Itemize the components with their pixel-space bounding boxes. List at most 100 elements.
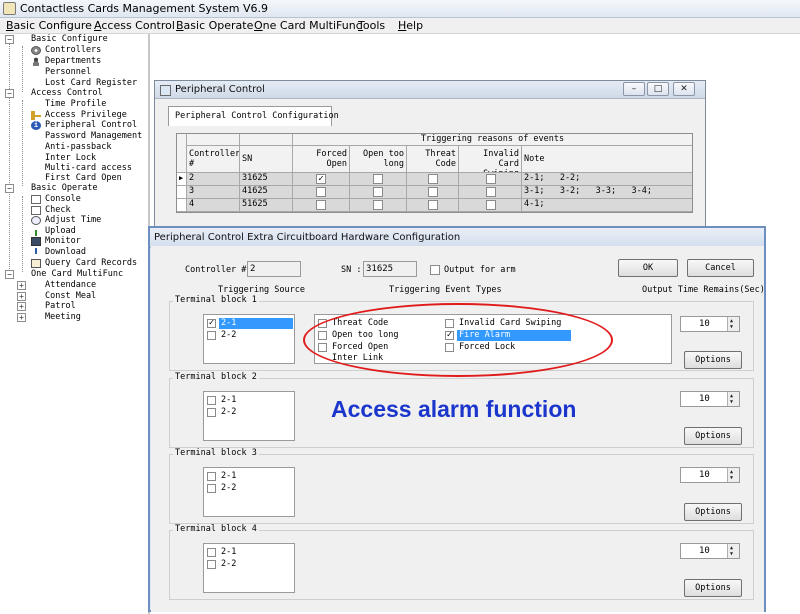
table-cell-controller[interactable]: 3 [187, 186, 240, 199]
expand-meeting[interactable]: + [17, 313, 26, 322]
tree-console[interactable]: Console [45, 194, 81, 205]
threat-code-checkbox[interactable] [428, 174, 438, 184]
tree-anti-passback[interactable]: Anti-passback [45, 142, 112, 153]
spinner-arrows-icon[interactable]: ▲ ▼ [727, 544, 739, 558]
forced-open-checkbox[interactable]: ✓ [316, 174, 326, 184]
open-too-long-checkbox[interactable] [373, 200, 383, 210]
spinner-arrows-icon[interactable]: ▲ ▼ [727, 468, 739, 482]
header-sn[interactable]: SN [240, 146, 293, 173]
tree-controllers[interactable]: Controllers [45, 45, 101, 56]
output-time-spinner-4[interactable]: 10 ▲ ▼ [680, 543, 740, 559]
spinner-arrows-icon[interactable]: ▲ ▼ [727, 317, 739, 331]
menu-basic-operate[interactable]: Basic Operate [176, 19, 253, 32]
tree-monitor[interactable]: Monitor [45, 236, 81, 247]
threat-code-checkbox[interactable] [428, 200, 438, 210]
source-list-3[interactable]: 2-1 2-2 [203, 467, 295, 517]
expand-patrol[interactable]: + [17, 302, 26, 311]
menu-access-control[interactable]: Access Control [94, 19, 175, 32]
table-cell-note[interactable]: 4-1; [522, 199, 692, 212]
expand-const-meal[interactable]: + [17, 292, 26, 301]
tree-download[interactable]: Download [45, 247, 86, 258]
controller-field[interactable]: 2 [247, 261, 301, 277]
output-for-arm-checkbox[interactable] [430, 265, 440, 275]
terminal-block-3-title: Terminal block 3 [173, 448, 259, 458]
source-checkbox[interactable]: ✓ [207, 319, 216, 328]
open-too-long-checkbox[interactable] [373, 174, 383, 184]
table-cell-note[interactable]: 3-1; 3-2; 3-3; 3-4; [522, 186, 692, 199]
menu-one-card-multifunc[interactable]: One Card MultiFunc [254, 19, 362, 32]
menu-basic-configure[interactable]: Basic Configure [6, 19, 92, 32]
tree-adjust-time[interactable]: Adjust Time [45, 215, 101, 226]
header-note[interactable]: Note [522, 146, 692, 173]
list-item[interactable]: 2-2 [207, 330, 293, 341]
invalid-card-checkbox[interactable] [486, 200, 496, 210]
options-button-2[interactable]: Options [684, 427, 742, 445]
tree-one-card-multifunc[interactable]: One Card MultiFunc [31, 269, 123, 280]
expand-attendance[interactable]: + [17, 281, 26, 290]
source-checkbox[interactable] [207, 472, 216, 481]
options-button-3[interactable]: Options [684, 503, 742, 521]
menu-tools[interactable]: Tools [358, 19, 385, 32]
tab-peripheral-control-configuration[interactable]: Peripheral Control Configuration [168, 106, 339, 126]
header-controller[interactable]: Controller # [187, 146, 240, 173]
forced-open-checkbox[interactable] [316, 200, 326, 210]
source-checkbox[interactable] [207, 408, 216, 417]
header-forced-open[interactable]: Forced Open [293, 146, 350, 173]
tree-password-management[interactable]: Password Management [45, 131, 142, 142]
output-time-spinner-2[interactable]: 10 ▲ ▼ [680, 391, 740, 407]
header-open-too-long[interactable]: Open too long [350, 146, 407, 173]
forced-open-checkbox[interactable] [316, 187, 326, 197]
source-checkbox[interactable] [207, 331, 216, 340]
invalid-card-checkbox[interactable] [486, 187, 496, 197]
collapse-basic-configure[interactable]: − [5, 35, 14, 44]
tree-personnel[interactable]: Personnel [45, 67, 91, 78]
source-list-2[interactable]: 2-1 2-2 [203, 391, 295, 441]
tree-departments[interactable]: Departments [45, 56, 101, 67]
tree-query-card-records[interactable]: Query Card Records [45, 258, 137, 269]
output-time-spinner-1[interactable]: 10 ▲ ▼ [680, 316, 740, 332]
table-cell-sn[interactable]: 31625 [240, 173, 293, 186]
tree-patrol[interactable]: Patrol [45, 301, 76, 312]
header-invalid-card-swiping[interactable]: Invalid Card Swiping [459, 146, 522, 173]
tree-access-control[interactable]: Access Control [31, 88, 103, 99]
tree-attendance[interactable]: Attendance [45, 280, 96, 291]
group-header: Triggering reasons of events [293, 134, 692, 146]
collapse-one-card-multifunc[interactable]: − [5, 270, 14, 279]
menu-help[interactable]: Help [398, 19, 423, 32]
minimize-button[interactable]: – [623, 82, 645, 96]
tree-time-profile[interactable]: Time Profile [45, 99, 106, 110]
sn-field[interactable]: 31625 [363, 261, 417, 277]
output-time-spinner-3[interactable]: 10 ▲ ▼ [680, 467, 740, 483]
tree-meeting[interactable]: Meeting [45, 312, 81, 323]
tree-peripheral-control[interactable]: Peripheral Control [45, 120, 137, 131]
invalid-card-checkbox[interactable] [486, 174, 496, 184]
collapse-basic-operate[interactable]: − [5, 184, 14, 193]
table-cell-controller[interactable]: 2 [187, 173, 240, 186]
tree-basic-operate[interactable]: Basic Operate [31, 183, 98, 194]
close-button[interactable]: ✕ [673, 82, 695, 96]
threat-code-checkbox[interactable] [428, 187, 438, 197]
table-cell-sn[interactable]: 41625 [240, 186, 293, 199]
open-too-long-checkbox[interactable] [373, 187, 383, 197]
cancel-button[interactable]: Cancel [687, 259, 754, 277]
options-button-1[interactable]: Options [684, 351, 742, 369]
header-threat-code[interactable]: Threat Code [407, 146, 459, 173]
table-cell-controller[interactable]: 4 [187, 199, 240, 212]
source-checkbox[interactable] [207, 396, 216, 405]
list-item[interactable]: ✓ 2-1 [207, 318, 293, 329]
source-checkbox[interactable] [207, 560, 216, 569]
ok-button[interactable]: OK [618, 259, 678, 277]
table-cell-sn[interactable]: 51625 [240, 199, 293, 212]
options-button-4[interactable]: Options [684, 579, 742, 597]
spinner-arrows-icon[interactable]: ▲ ▼ [727, 392, 739, 406]
table-cell-threat-code [407, 173, 459, 186]
source-list-1[interactable]: ✓ 2-1 2-2 [203, 314, 295, 364]
table-cell-note[interactable]: 2-1; 2-2; [522, 173, 692, 186]
source-checkbox[interactable] [207, 484, 216, 493]
maximize-button[interactable]: □ [647, 82, 669, 96]
source-list-4[interactable]: 2-1 2-2 [203, 543, 295, 593]
collapse-access-control[interactable]: − [5, 89, 14, 98]
tree-basic-configure[interactable]: Basic Configure [31, 34, 108, 45]
dialog-title: Peripheral Control Extra Circuitboard Ha… [154, 232, 461, 243]
source-checkbox[interactable] [207, 548, 216, 557]
